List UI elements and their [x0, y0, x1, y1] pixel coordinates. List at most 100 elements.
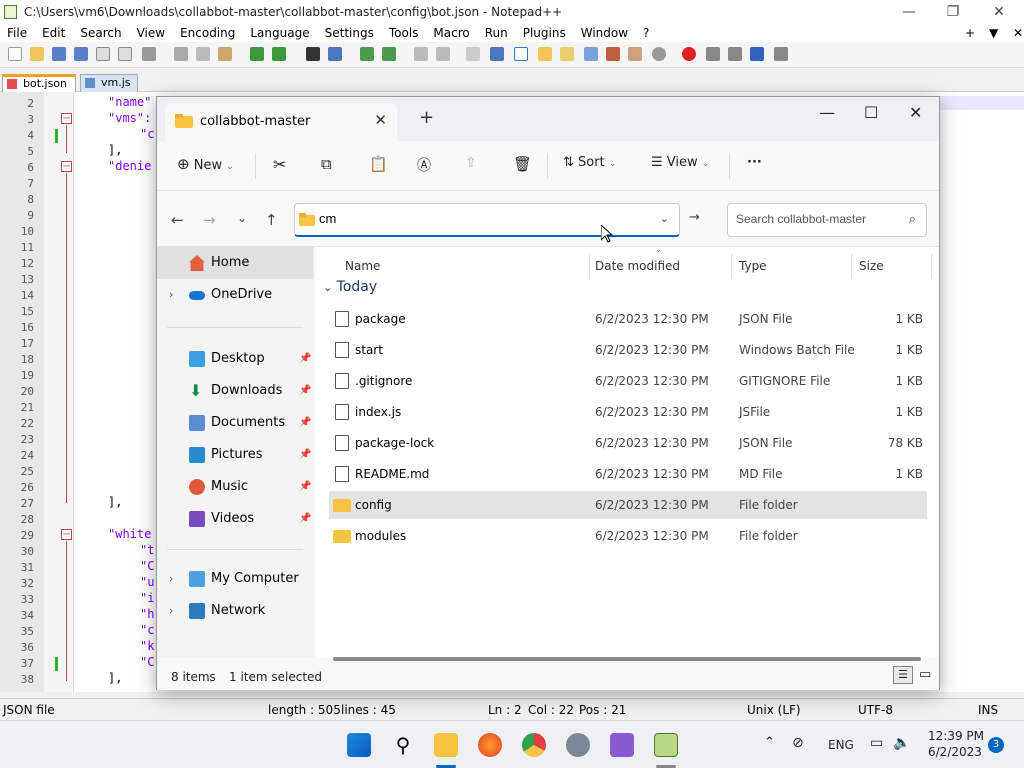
- file-row-index-js[interactable]: index.js 6/2/2023 12:30 PM JSFile 1 KB: [329, 398, 927, 426]
- notification-badge[interactable]: 3: [988, 737, 1004, 753]
- nav-item-documents[interactable]: Documents 📌: [157, 407, 313, 439]
- record-macro-icon[interactable]: [682, 47, 696, 61]
- menu-plugins[interactable]: Plugins: [516, 26, 574, 40]
- notepadpp-icon[interactable]: [654, 733, 678, 757]
- go-arrow-icon[interactable]: →: [689, 210, 700, 225]
- network-disconnected-icon[interactable]: ⊘: [792, 735, 804, 751]
- language-indicator[interactable]: ENG: [828, 738, 854, 752]
- explorer-maximize-button[interactable]: ☐: [864, 103, 878, 122]
- status-eol[interactable]: Unix (LF): [747, 703, 801, 717]
- back-arrow-icon[interactable]: ←: [171, 211, 184, 229]
- function-list-icon[interactable]: [606, 47, 620, 61]
- indent-guide-icon[interactable]: [514, 47, 528, 61]
- new-tab-icon[interactable]: +: [419, 107, 434, 128]
- delete-icon[interactable]: 🗑: [513, 155, 532, 173]
- expand-chevron-icon[interactable]: ›: [169, 595, 173, 627]
- menu-settings[interactable]: Settings: [318, 26, 382, 40]
- chrome-icon[interactable]: [522, 733, 546, 757]
- address-bar[interactable]: ⌄: [294, 203, 680, 237]
- pin-icon[interactable]: 📌: [299, 407, 311, 439]
- firefox-icon[interactable]: [478, 733, 502, 757]
- npp-add-tab-icon[interactable]: +: [958, 26, 983, 40]
- npp-close-doc-icon[interactable]: ✕: [1006, 26, 1024, 40]
- replace-icon[interactable]: [328, 47, 342, 61]
- menu-edit[interactable]: Edit: [35, 26, 73, 40]
- settings-gear-icon[interactable]: [566, 733, 590, 757]
- column-header-date[interactable]: Date modified: [595, 259, 680, 273]
- zoom-in-icon[interactable]: [360, 47, 374, 61]
- menu-encoding[interactable]: Encoding: [173, 26, 243, 40]
- find-icon[interactable]: [306, 47, 320, 61]
- menu-help[interactable]: ?: [636, 26, 657, 40]
- file-row-modules[interactable]: modules 6/2/2023 12:30 PM File folder: [329, 522, 927, 550]
- file-row-package[interactable]: package 6/2/2023 12:30 PM JSON File 1 KB: [329, 305, 927, 333]
- nav-item-onedrive[interactable]: › OneDrive: [157, 279, 313, 311]
- play-macro-icon[interactable]: [728, 47, 742, 61]
- print-icon[interactable]: [142, 47, 156, 61]
- word-wrap-icon[interactable]: [466, 47, 480, 61]
- sync-horizontal-icon[interactable]: [436, 47, 450, 61]
- status-insert-mode[interactable]: INS: [978, 703, 998, 717]
- menu-tools[interactable]: Tools: [382, 26, 427, 40]
- tab-close-icon[interactable]: ✕: [374, 111, 387, 129]
- zoom-out-icon[interactable]: [382, 47, 396, 61]
- close-all-icon[interactable]: [118, 47, 132, 61]
- fold-toggle-icon[interactable]: −: [61, 161, 72, 172]
- pin-icon[interactable]: 📌: [299, 375, 311, 407]
- column-header-size[interactable]: Size: [859, 259, 884, 273]
- column-divider[interactable]: [931, 253, 932, 279]
- menu-search[interactable]: Search: [73, 26, 129, 40]
- column-header-name[interactable]: Name: [345, 259, 380, 273]
- paste-icon[interactable]: [218, 47, 232, 61]
- close-icon[interactable]: [96, 47, 110, 61]
- horizontal-scrollbar[interactable]: [333, 657, 921, 661]
- volume-icon[interactable]: 🔈: [893, 735, 910, 751]
- search-box[interactable]: ⌕: [727, 203, 927, 237]
- search-input[interactable]: [736, 212, 896, 226]
- copy-icon[interactable]: [196, 47, 210, 61]
- new-button[interactable]: ⊕ New ⌄: [177, 155, 234, 173]
- search-icon[interactable]: ⚲: [391, 733, 415, 757]
- column-header-type[interactable]: Type: [739, 259, 767, 273]
- start-windows-icon[interactable]: [347, 733, 371, 757]
- tiles-view-icon[interactable]: ▭: [919, 667, 931, 682]
- pin-icon[interactable]: 📌: [299, 471, 311, 503]
- new-file-icon[interactable]: [8, 47, 22, 61]
- nav-item-home[interactable]: Home: [157, 247, 313, 279]
- open-file-icon[interactable]: [30, 47, 44, 61]
- nav-item-my-computer[interactable]: › My Computer: [157, 563, 313, 595]
- share-icon[interactable]: ⇪: [465, 155, 477, 171]
- save-all-icon[interactable]: [74, 47, 88, 61]
- show-all-chars-icon[interactable]: [490, 47, 504, 61]
- copy-icon[interactable]: ⧉: [321, 155, 332, 173]
- paste-icon[interactable]: 📋: [369, 155, 388, 173]
- status-encoding[interactable]: UTF-8: [858, 703, 893, 717]
- menu-language[interactable]: Language: [243, 26, 317, 40]
- show-hidden-icons-chevron-icon[interactable]: ⌃: [764, 735, 775, 750]
- menu-view[interactable]: View: [130, 26, 173, 40]
- explorer-tab[interactable]: collabbot-master ✕: [165, 103, 397, 141]
- up-arrow-icon[interactable]: ↑: [265, 211, 278, 229]
- display-icon[interactable]: ▭: [870, 735, 883, 751]
- recent-locations-chevron-icon[interactable]: ⌄: [237, 211, 247, 225]
- pin-icon[interactable]: 📌: [299, 343, 311, 375]
- view-button[interactable]: ☰ View ⌄: [651, 155, 709, 170]
- explorer-close-button[interactable]: ✕: [909, 103, 922, 122]
- column-divider[interactable]: [589, 253, 590, 279]
- group-header-today[interactable]: ⌄ Today: [323, 279, 377, 295]
- file-explorer-icon[interactable]: [434, 733, 458, 757]
- expand-chevron-icon[interactable]: ›: [169, 279, 173, 311]
- run-macro-multiple-icon[interactable]: [750, 47, 764, 61]
- explorer-minimize-button[interactable]: —: [819, 103, 835, 122]
- menu-file[interactable]: File: [0, 26, 35, 40]
- redo-icon[interactable]: [272, 47, 286, 61]
- npp-maximize-button[interactable]: ❐: [930, 0, 976, 24]
- file-row-package-lock[interactable]: package-lock 6/2/2023 12:30 PM JSON File 78…: [329, 429, 927, 457]
- sync-vertical-icon[interactable]: [414, 47, 428, 61]
- udl-icon[interactable]: [538, 47, 552, 61]
- clock-date[interactable]: 6/2/2023: [928, 745, 982, 759]
- forward-arrow-icon[interactable]: →: [203, 211, 216, 229]
- file-row-config[interactable]: config 6/2/2023 12:30 PM File folder: [329, 491, 927, 519]
- column-divider[interactable]: [851, 253, 852, 279]
- rename-icon[interactable]: Ⓐ: [417, 155, 431, 175]
